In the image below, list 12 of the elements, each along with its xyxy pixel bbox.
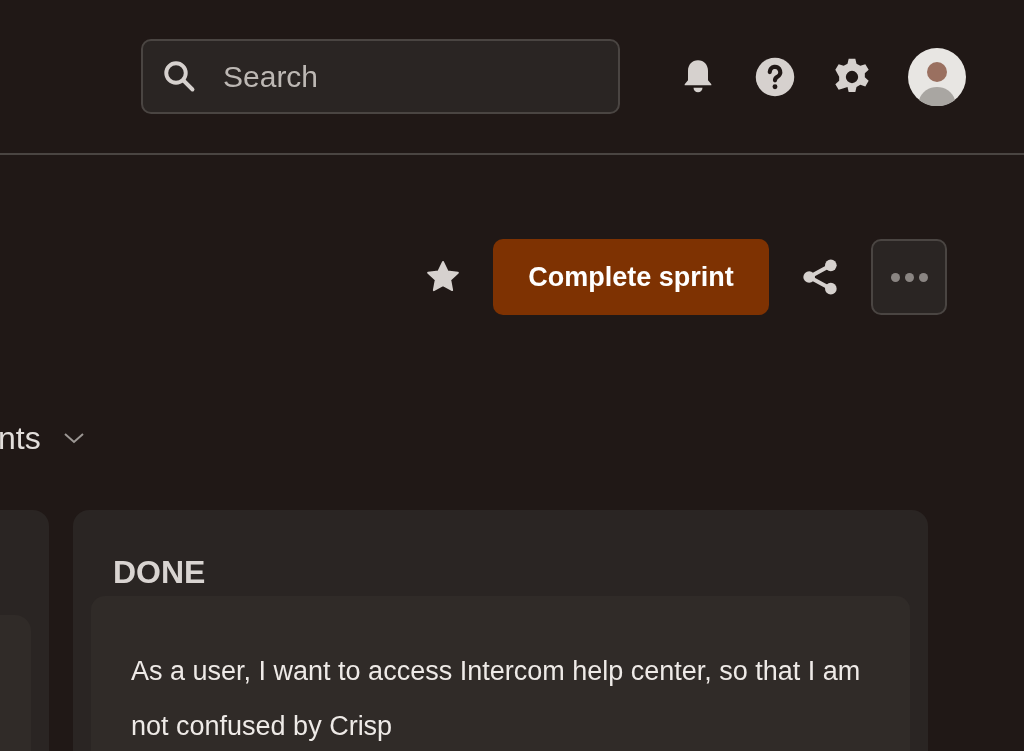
chevron-down-icon — [62, 431, 85, 445]
card-text: As a user, I want to access Intercom help center, so that I am not confused by Crisp — [131, 655, 862, 743]
complete-sprint-button[interactable]: Complete sprint — [493, 239, 769, 315]
avatar[interactable] — [908, 47, 966, 106]
column-title: DONE — [112, 553, 207, 592]
story-card[interactable]: As a user, I want to access Intercom help center, so that I am not confused by Crisp — [91, 596, 910, 751]
search-icon — [161, 58, 197, 94]
help-icon[interactable] — [754, 55, 796, 98]
more-button[interactable] — [871, 239, 947, 315]
share-icon[interactable] — [800, 257, 840, 297]
filter-dropdown[interactable]: nts — [0, 414, 85, 462]
search-field[interactable]: Search — [141, 39, 620, 114]
